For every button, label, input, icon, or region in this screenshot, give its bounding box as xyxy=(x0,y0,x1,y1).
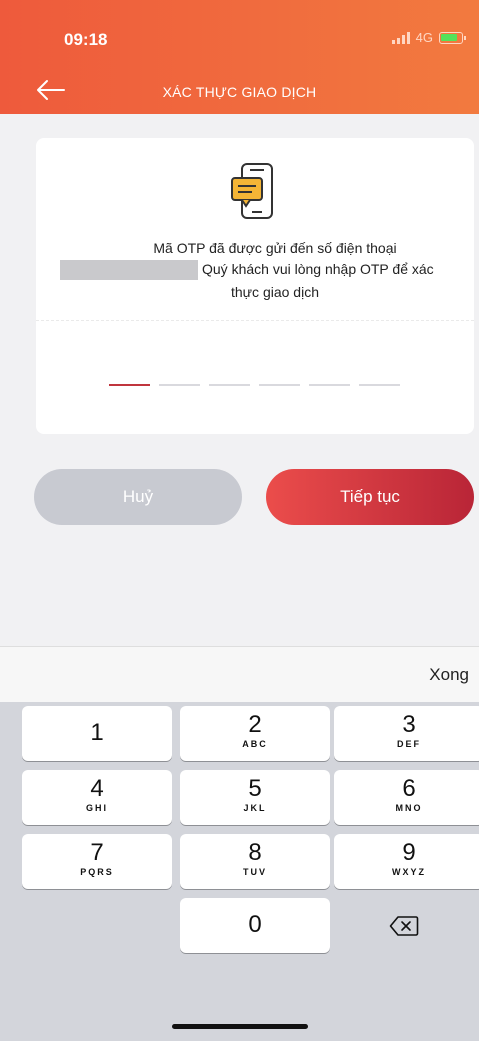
otp-digit-slot[interactable] xyxy=(159,384,200,386)
key-7[interactable]: 7 PQRS xyxy=(22,834,172,889)
key-3[interactable]: 3 DEF xyxy=(334,706,479,761)
keyboard-toolbar: Xong xyxy=(0,646,479,702)
battery-icon xyxy=(439,31,466,44)
delete-key[interactable] xyxy=(334,898,474,953)
status-time: 09:18 xyxy=(64,30,108,49)
otp-message-line2: Quý khách vui lòng nhập OTP để xác xyxy=(202,261,434,277)
otp-message-line3: thực giao dịch xyxy=(231,284,319,300)
numeric-keypad: 1 2 ABC 3 DEF 4 GHI 5 JKL 6 MNO 7 PQRS 8… xyxy=(0,702,479,1041)
home-indicator xyxy=(172,1024,308,1029)
key-number: 1 xyxy=(90,719,104,746)
key-0[interactable]: 0 xyxy=(180,898,330,953)
key-letters: DEF xyxy=(397,739,421,749)
key-4[interactable]: 4 GHI xyxy=(22,770,172,825)
key-letters: GHI xyxy=(85,803,108,813)
key-number: 9 xyxy=(402,839,416,866)
key-number: 0 xyxy=(248,911,262,938)
network-label: 4G xyxy=(415,30,433,45)
key-letters: PQRS xyxy=(80,867,114,877)
key-number: 6 xyxy=(402,775,416,802)
key-6[interactable]: 6 MNO xyxy=(334,770,479,825)
key-number: 5 xyxy=(248,775,262,802)
key-number: 2 xyxy=(248,711,262,738)
otp-digit-slot[interactable] xyxy=(109,384,150,386)
app-header: 09:18 4G XÁC THỰC GIAO DỊCH xyxy=(0,0,479,114)
key-letters: JKL xyxy=(243,803,267,813)
page-title: XÁC THỰC GIAO DỊCH xyxy=(162,84,317,100)
otp-message-line1: Mã OTP đã được gửi đến số điện thoại xyxy=(153,240,397,256)
key-letters: WXYZ xyxy=(392,867,426,877)
backspace-icon xyxy=(389,915,419,936)
key-letters: ABC xyxy=(242,739,268,749)
status-indicators: 4G xyxy=(391,30,466,45)
otp-digit-slot[interactable] xyxy=(359,384,400,386)
signal-icon xyxy=(391,31,410,44)
key-letters: MNO xyxy=(395,803,423,813)
otp-input[interactable] xyxy=(109,384,400,386)
key-letters: TUV xyxy=(243,867,267,877)
key-8[interactable]: 8 TUV xyxy=(180,834,330,889)
key-number: 3 xyxy=(402,711,416,738)
key-9[interactable]: 9 WXYZ xyxy=(334,834,479,889)
cancel-button[interactable]: Huỷ xyxy=(34,469,242,525)
key-2[interactable]: 2 ABC xyxy=(180,706,330,761)
key-number: 8 xyxy=(248,839,262,866)
phone-message-icon xyxy=(231,163,273,219)
otp-message-row2: Quý khách vui lòng nhập OTP để xác xyxy=(48,260,468,282)
key-number: 7 xyxy=(90,839,104,866)
redacted-phone-number xyxy=(60,260,198,280)
card-divider xyxy=(36,320,474,321)
otp-card: Mã OTP đã được gửi đến số điện thoại Quý… xyxy=(36,138,474,434)
otp-digit-slot[interactable] xyxy=(309,384,350,386)
otp-digit-slot[interactable] xyxy=(259,384,300,386)
done-button[interactable]: Xong xyxy=(429,665,469,685)
key-1[interactable]: 1 xyxy=(22,706,172,761)
key-number: 4 xyxy=(90,775,104,802)
continue-button[interactable]: Tiếp tục xyxy=(266,469,474,525)
otp-digit-slot[interactable] xyxy=(209,384,250,386)
key-5[interactable]: 5 JKL xyxy=(180,770,330,825)
